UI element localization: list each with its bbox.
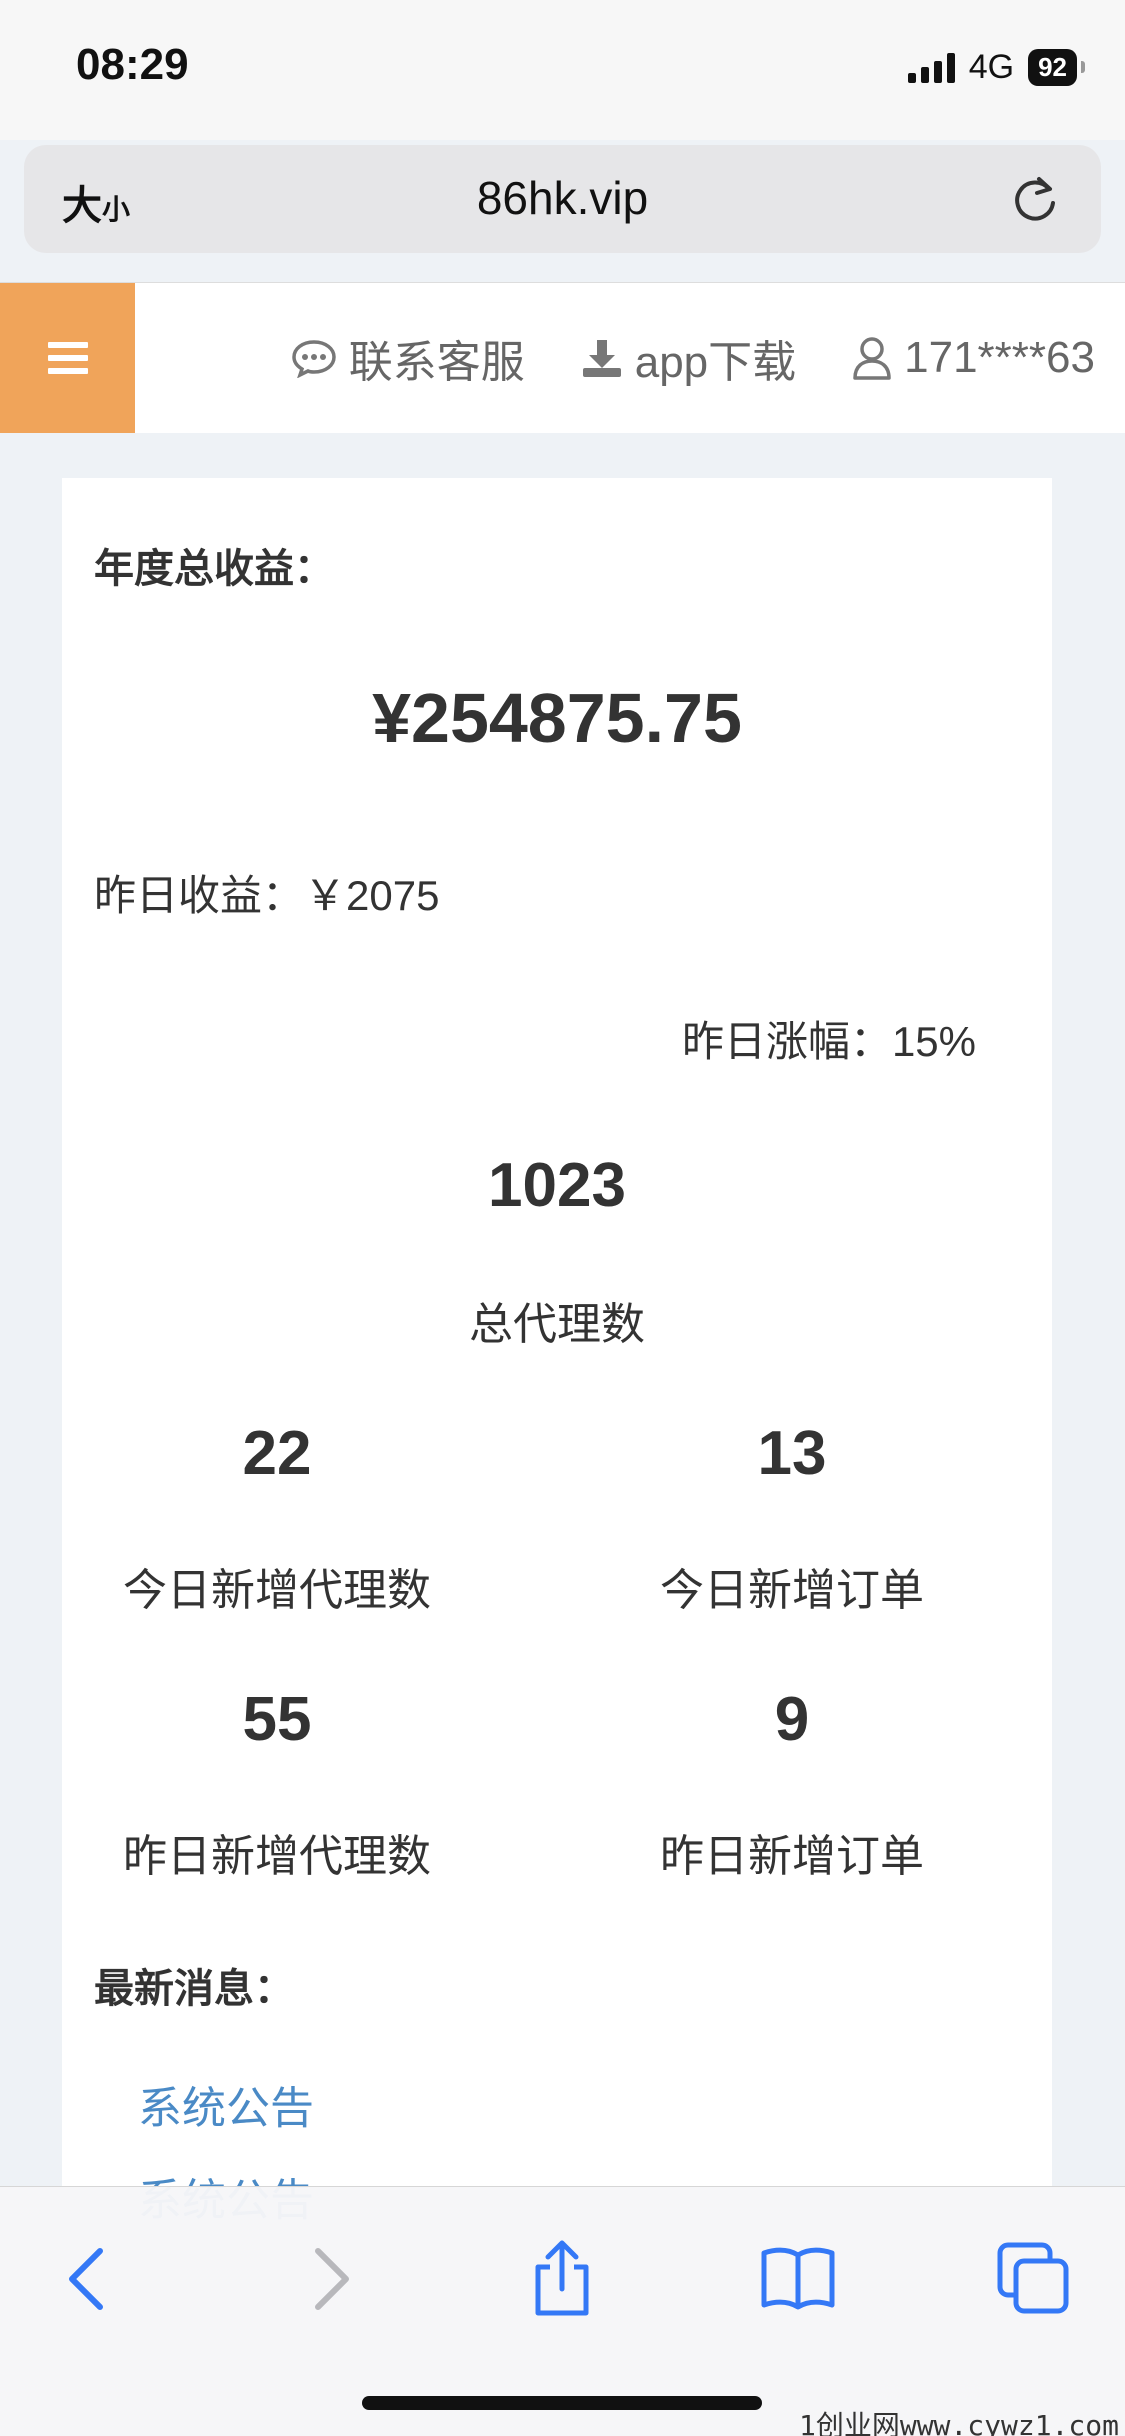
stats-card: 年度总收益： ¥254875.75 昨日收益：￥2075 昨日涨幅：15% 10… [62, 478, 1052, 2225]
share-icon[interactable] [522, 2239, 602, 2319]
chat-icon [291, 340, 336, 378]
bookmarks-icon[interactable] [758, 2239, 838, 2319]
latest-news-label: 最新消息： [94, 1967, 294, 2011]
back-icon[interactable] [48, 2239, 128, 2319]
reload-icon[interactable] [1009, 173, 1061, 225]
status-time: 08:29 [76, 40, 189, 89]
yesterday-growth: 昨日涨幅：15% [681, 1018, 976, 1065]
download-icon [582, 340, 621, 377]
tabs-icon[interactable] [994, 2239, 1074, 2319]
today-new-agents-label: 今日新增代理数 [123, 1566, 431, 1615]
status-indicators: 4G 92 [907, 48, 1085, 87]
annual-income-label: 年度总收益： [94, 547, 334, 591]
home-indicator [362, 2396, 762, 2410]
hamburger-icon [47, 335, 88, 381]
yesterday-new-orders-label: 昨日新增订单 [660, 1832, 924, 1881]
status-bar: 08:29 4G 92 [0, 0, 1125, 140]
app-download-label: app下载 [634, 338, 797, 387]
signal-icon [907, 52, 955, 83]
yesterday-new-agents-value: 55 [242, 1685, 312, 1754]
url-field[interactable]: 86hk.vip [24, 171, 1101, 225]
battery-icon: 92 [1028, 49, 1085, 86]
yesterday-income: 昨日收益：￥2075 [94, 872, 440, 919]
watermark: 1创业网www.cywz1.com [798, 2409, 1119, 2436]
header-nav: 联系客服 app下载 171****63 [291, 283, 1095, 433]
total-agents-value: 1023 [488, 1151, 626, 1220]
today-new-orders-value: 13 [757, 1419, 827, 1488]
contact-support-link[interactable]: 联系客服 [291, 326, 525, 390]
forward-icon[interactable] [290, 2239, 370, 2319]
today-new-agents-value: 22 [242, 1419, 312, 1488]
total-agents-label: 总代理数 [469, 1300, 645, 1349]
user-icon [853, 337, 891, 380]
address-bar[interactable]: 大小 86hk.vip [24, 145, 1101, 253]
today-new-orders-label: 今日新增订单 [660, 1566, 924, 1615]
yesterday-new-agents-label: 昨日新增代理数 [123, 1832, 431, 1881]
annual-income-amount: ¥254875.75 [372, 679, 742, 757]
screen: 08:29 4G 92 大小 86hk.vip 联系客服 app下载 171**… [0, 0, 1125, 2436]
user-account-link[interactable]: 171****63 [852, 333, 1095, 383]
app-download-link[interactable]: app下载 [581, 326, 796, 390]
news-link[interactable]: 系统公告 [138, 2072, 314, 2136]
contact-support-label: 联系客服 [348, 338, 525, 387]
user-account-label: 171****63 [904, 333, 1095, 382]
yesterday-new-orders-value: 9 [774, 1685, 810, 1754]
menu-button[interactable] [0, 283, 135, 433]
network-type: 4G [968, 48, 1015, 86]
page-header: 联系客服 app下载 171****63 [0, 282, 1125, 433]
